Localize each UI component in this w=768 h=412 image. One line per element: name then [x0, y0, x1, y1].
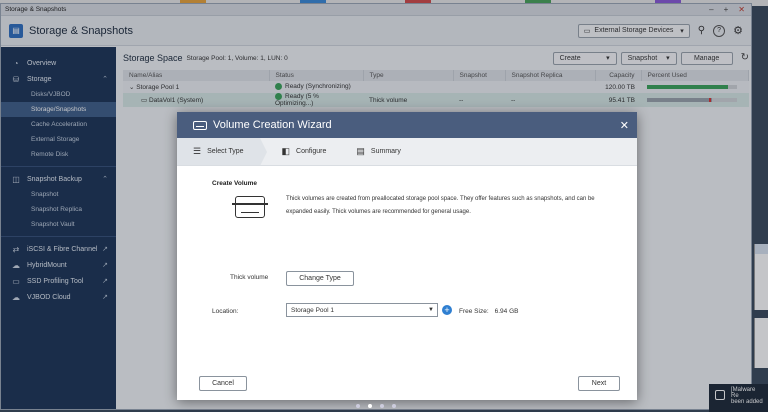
cancel-button[interactable]: Cancel — [199, 376, 247, 391]
location-select[interactable]: Storage Pool 1 ▼ — [286, 303, 438, 317]
volume-creation-wizard: Volume Creation Wizard ✕ ☰ Select Type ◧… — [177, 112, 637, 400]
wizard-header: Volume Creation Wizard ✕ — [177, 112, 637, 138]
step-label: Summary — [370, 148, 401, 155]
page-dot[interactable] — [380, 404, 384, 408]
page-dot[interactable] — [392, 404, 396, 408]
wizard-title: Volume Creation Wizard — [213, 119, 332, 131]
free-size-label: Free Size: — [459, 308, 489, 315]
free-size-value: 6.94 GB — [494, 308, 519, 315]
next-button[interactable]: Next — [578, 376, 620, 391]
configure-icon: ◧ — [281, 146, 291, 156]
location-value: Storage Pool 1 — [291, 306, 335, 314]
change-type-button[interactable]: Change Type — [286, 271, 354, 286]
step-summary: ▤ Summary — [340, 138, 414, 165]
step-label: Select Type — [207, 148, 244, 155]
list-icon: ☰ — [193, 146, 202, 156]
wizard-steps: ☰ Select Type ◧ Configure ▤ Summary — [177, 138, 637, 166]
add-storage-pool-icon[interactable]: + — [442, 305, 452, 315]
wizard-body: Create Volume Thick volumes are created … — [177, 166, 637, 366]
step-label: Configure — [296, 148, 327, 155]
page-dot[interactable] — [356, 404, 360, 408]
volume-type-description: Thick volumes are created from prealloca… — [286, 196, 595, 215]
chevron-down-icon: ▼ — [428, 307, 434, 313]
create-volume-heading: Create Volume — [212, 180, 258, 187]
close-icon[interactable]: ✕ — [620, 119, 629, 132]
clipboard-icon: ▤ — [356, 146, 365, 156]
step-configure: ◧ Configure — [260, 138, 341, 165]
wizard-footer: Cancel Next — [177, 366, 637, 400]
free-size: Free Size: 6.94 GB — [459, 308, 518, 315]
hard-drive-icon — [193, 120, 207, 130]
page-dot[interactable] — [368, 404, 372, 408]
volume-type-label: Thick volume — [230, 274, 269, 281]
page-indicator — [356, 404, 396, 408]
step-select-type: ☰ Select Type — [177, 138, 267, 166]
hard-drive-icon — [232, 196, 268, 218]
location-label: Location: — [212, 308, 239, 315]
